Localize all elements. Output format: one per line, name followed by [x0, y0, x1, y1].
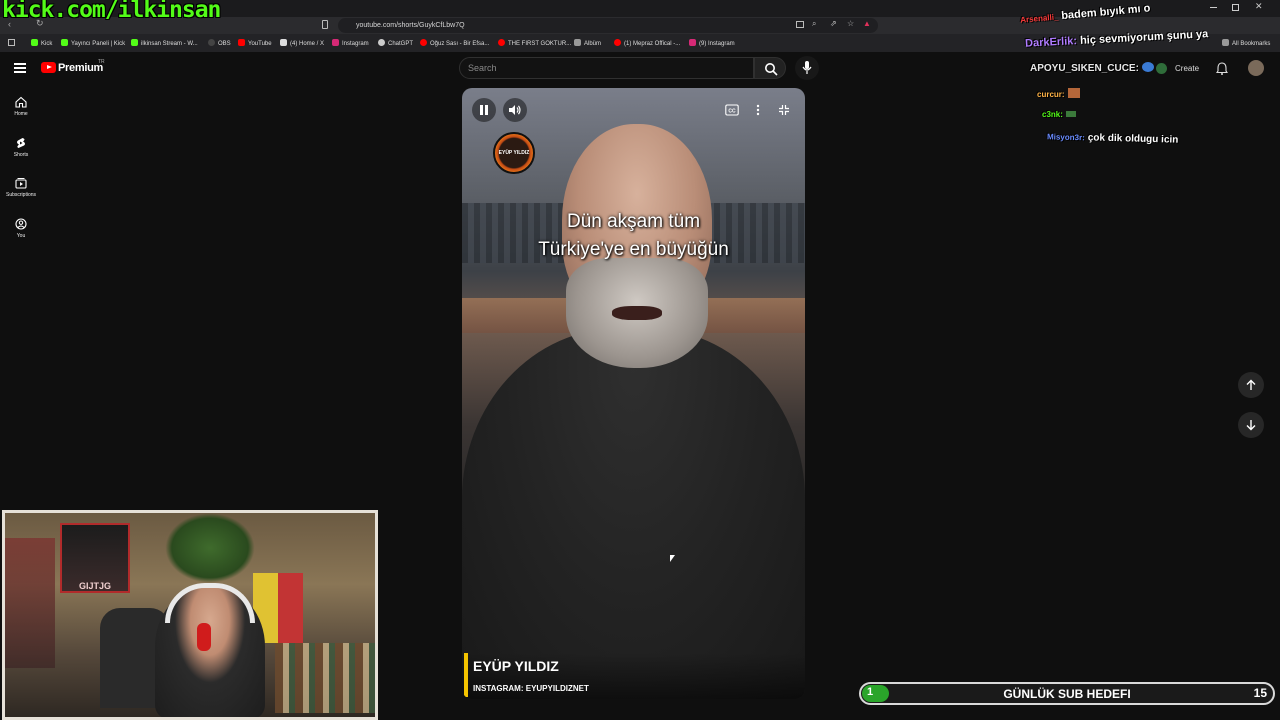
- bookmark-item[interactable]: Kick: [31, 39, 52, 47]
- share-icon[interactable]: ⇗: [830, 19, 837, 28]
- bookmark-item[interactable]: (9) Instagram: [689, 39, 735, 47]
- search-button[interactable]: [754, 57, 786, 79]
- pause-button[interactable]: [472, 98, 496, 122]
- streamer-webcam: GIJTJG: [2, 510, 378, 720]
- nav-you[interactable]: You: [0, 218, 42, 239]
- sub-goal-title: GÜNLÜK SUB HEDEFI: [1003, 687, 1131, 701]
- speaker-mouth: [612, 306, 662, 320]
- user-icon: [15, 218, 27, 230]
- captions-button[interactable]: CC: [721, 100, 743, 120]
- home-icon: [15, 96, 27, 108]
- emote-icon: [1065, 111, 1076, 117]
- bookmark-item[interactable]: Instagram: [332, 39, 369, 47]
- arrow-down-icon: [1246, 420, 1256, 431]
- speaker-instagram: INSTAGRAM: EYUPYILDIZNET: [473, 684, 589, 693]
- nav-subscriptions[interactable]: Subscriptions: [0, 177, 42, 198]
- plant: [165, 513, 255, 583]
- youtube-icon: [498, 39, 505, 46]
- bookmark-icon[interactable]: [322, 20, 328, 29]
- kick-icon: [31, 39, 38, 46]
- microphone: [197, 623, 211, 651]
- youtube-logo-icon: [41, 62, 56, 73]
- region-label: TR: [98, 59, 105, 65]
- shorts-icon: [17, 138, 25, 148]
- zoom-icon[interactable]: ⌕: [812, 19, 816, 29]
- nav-home[interactable]: Home: [0, 96, 42, 117]
- headset: [165, 583, 255, 623]
- bookmark-item[interactable]: THE FIRST GOKTUR...: [498, 39, 571, 47]
- next-short-button[interactable]: [1238, 412, 1264, 438]
- subscriptions-icon: [15, 178, 27, 189]
- chatgpt-icon: [378, 39, 385, 46]
- more-vertical-icon: [756, 104, 760, 116]
- previous-short-button[interactable]: [1238, 372, 1264, 398]
- stream-url-overlay: kick.com/ilkinsan: [2, 0, 221, 23]
- video-subtitle: Dün akşam tüm Türkiye'ye en büyüğün: [462, 208, 805, 264]
- more-options-button[interactable]: [749, 100, 767, 120]
- subtitle-line: Dün akşam tüm: [566, 211, 701, 232]
- emote-icon: [1067, 88, 1080, 98]
- bookmark-item[interactable]: Yayıncı Paneli | Kick: [61, 39, 125, 47]
- speaker-body: [462, 328, 805, 699]
- chat-overlay: Arsenalli_ badem bıyık mı o DarkErlik: hiç…: [1015, 0, 1280, 160]
- chat-message: curcur:: [1037, 88, 1080, 99]
- premium-label: Premium: [58, 62, 103, 74]
- chat-message: APOYU_SIKEN_CUCE:: [1030, 62, 1154, 74]
- kick-icon: [131, 39, 138, 46]
- microphone-icon: [802, 61, 812, 74]
- chat-message: Misyon3r: çok dik oldugu icin: [1046, 132, 1179, 146]
- search-icon: [765, 63, 778, 76]
- search-input[interactable]: Search: [459, 57, 754, 79]
- nav-shorts[interactable]: Shorts: [0, 137, 42, 158]
- star-icon[interactable]: ☆: [847, 19, 854, 28]
- mouse-cursor: [670, 555, 675, 562]
- arrow-up-icon: [1246, 379, 1256, 390]
- kick-icon: [61, 39, 68, 46]
- obs-icon: [208, 39, 215, 46]
- chat-message: Arsenalli_ badem bıyık mı o: [1019, 2, 1151, 25]
- anime-poster: GIJTJG: [60, 523, 130, 593]
- bookmark-item[interactable]: Albüm: [574, 39, 601, 47]
- collapse-icon: [779, 105, 789, 115]
- bookmark-item[interactable]: OBS: [208, 39, 231, 47]
- extension-icon[interactable]: ▲: [863, 19, 871, 28]
- chat-message: DarkErlik: hiç sevmiyorum şunu ya: [1024, 28, 1209, 50]
- chat-message: c3nk:: [1042, 110, 1076, 119]
- voice-search-button[interactable]: [795, 56, 819, 80]
- speaker-name: EYÜP YILDIZ: [473, 658, 559, 674]
- apps-icon[interactable]: [8, 39, 15, 46]
- wall-decor: [5, 538, 55, 668]
- volume-icon: [509, 105, 521, 115]
- captions-icon: CC: [725, 104, 739, 116]
- collapse-button[interactable]: [774, 100, 794, 120]
- emote-icon: [1141, 62, 1154, 72]
- bookmark-item[interactable]: ilkinsan Stream - W...: [131, 39, 198, 47]
- bookmark-item[interactable]: YouTube: [238, 39, 272, 47]
- volume-button[interactable]: [503, 98, 527, 122]
- bookmark-item[interactable]: Oğuz Sası - Bir Efsa...: [420, 39, 489, 47]
- folder-icon: [574, 39, 581, 46]
- youtube-icon: [614, 39, 621, 46]
- menu-icon[interactable]: [14, 63, 26, 73]
- shorts-video-player[interactable]: CC EYÜP YILDIZ Dün akşam tüm Türkiye'ye …: [462, 88, 805, 699]
- youtube-icon: [238, 39, 245, 46]
- bookmark-item[interactable]: (1) Mepraz Offical -...: [614, 39, 680, 47]
- cast-icon[interactable]: [796, 21, 804, 28]
- sub-goal-bar: 1 GÜNLÜK SUB HEDEFI 15: [859, 682, 1275, 705]
- url-text: youtube.com/shorts/GuykCfLbw7Q: [356, 22, 465, 29]
- instagram-icon: [332, 39, 339, 46]
- lower-third-accent: [464, 653, 468, 697]
- sub-goal-target: 15: [1253, 686, 1267, 700]
- bookmark-item[interactable]: ChatGPT: [378, 39, 413, 47]
- youtube-icon: [420, 39, 427, 46]
- shelf-bottles: [275, 643, 375, 713]
- x-icon: [280, 39, 287, 46]
- channel-logo-badge: EYÜP YILDIZ: [493, 132, 535, 174]
- instagram-icon: [689, 39, 696, 46]
- svg-text:CC: CC: [728, 108, 736, 114]
- bookmark-item[interactable]: (4) Home / X: [280, 39, 324, 47]
- subtitle-line: Türkiye'ye en büyüğün: [538, 239, 729, 260]
